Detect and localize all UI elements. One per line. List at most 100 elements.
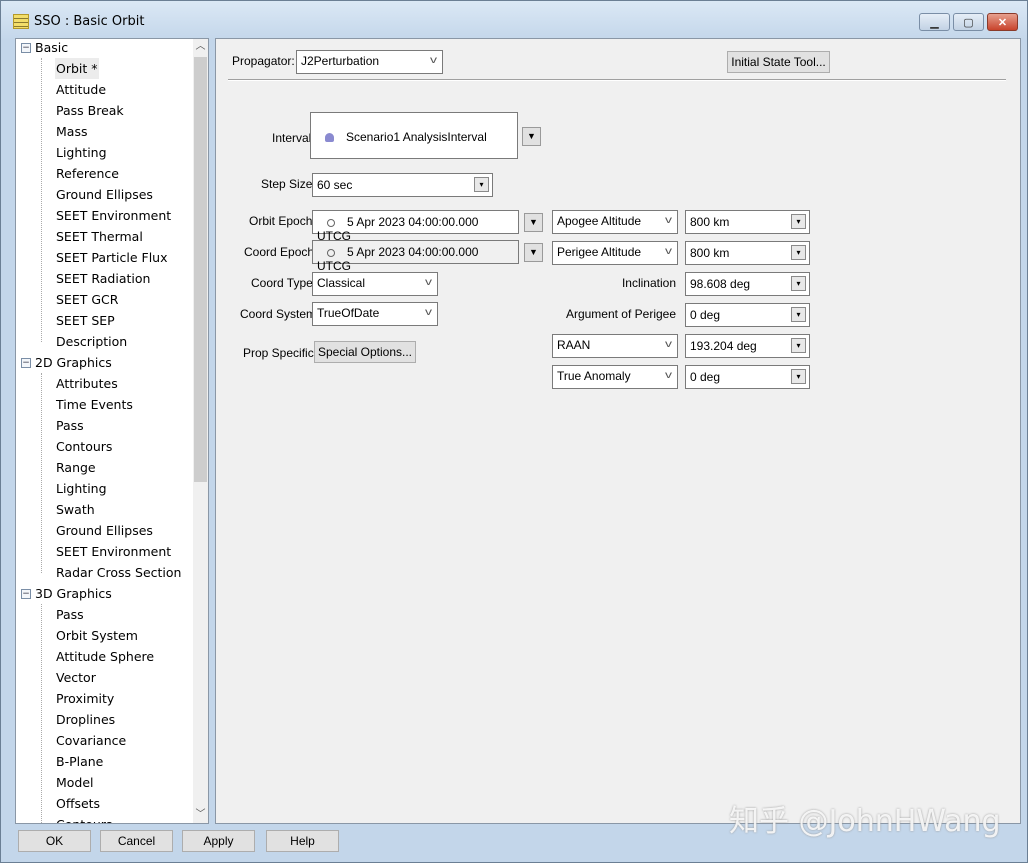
- tree-item[interactable]: B-Plane: [55, 751, 104, 772]
- apogee-select[interactable]: Apogee Altitude v: [552, 210, 678, 234]
- units-icon[interactable]: ▾: [791, 307, 806, 322]
- tree-item[interactable]: SEET Thermal: [55, 226, 144, 247]
- step-size-input[interactable]: 60 sec ▾: [312, 173, 493, 197]
- units-icon[interactable]: ▾: [474, 177, 489, 192]
- coord-epoch-input[interactable]: 5 Apr 2023 04:00:00.000 UTCG: [312, 240, 519, 273]
- coord-type-label: Coord Type:: [251, 276, 317, 290]
- tree-item[interactable]: Covariance: [55, 730, 127, 751]
- tree-group-2d-graphics[interactable]: −2D Graphics: [21, 352, 112, 373]
- arg-perigee-input[interactable]: 0 deg ▾: [685, 303, 810, 327]
- tree-group-label: 2D Graphics: [35, 355, 112, 370]
- chevron-down-icon: v: [430, 55, 437, 66]
- scroll-down-icon[interactable]: ﹀: [193, 807, 208, 823]
- clock-icon: [327, 249, 335, 257]
- inclination-value: 98.608 deg: [690, 277, 751, 291]
- orbit-epoch-label: Orbit Epoch:: [249, 214, 316, 228]
- collapse-icon[interactable]: −: [21, 42, 31, 53]
- interval-dropdown-button[interactable]: ▼: [522, 127, 541, 146]
- apply-button[interactable]: Apply: [182, 830, 255, 852]
- tree-item[interactable]: Swath: [55, 499, 96, 520]
- close-button[interactable]: ✕: [987, 13, 1018, 31]
- tree-scrollbar[interactable]: ︿ ﹀: [193, 39, 208, 823]
- units-icon[interactable]: ▾: [791, 338, 806, 353]
- initial-state-tool-button[interactable]: Initial State Tool...: [727, 51, 830, 73]
- units-icon[interactable]: ▾: [791, 245, 806, 260]
- dialog-window: SSO : Basic Orbit ▁ ▢ ✕ ︿ ﹀ − Basic Orbit …: [0, 0, 1028, 863]
- tree-item[interactable]: Contours: [55, 814, 113, 823]
- tree-item[interactable]: Time Events: [55, 394, 134, 415]
- tree-group-3d-graphics[interactable]: −3D Graphics: [21, 583, 112, 604]
- raan-select[interactable]: RAAN v: [552, 334, 678, 358]
- raan-input[interactable]: 193.204 deg ▾: [685, 334, 810, 358]
- anomaly-select-value: True Anomaly: [557, 369, 631, 383]
- anomaly-input[interactable]: 0 deg ▾: [685, 365, 810, 389]
- tree-item[interactable]: Orbit *: [55, 58, 99, 79]
- scroll-thumb[interactable]: [194, 57, 207, 482]
- propagator-select[interactable]: J2Perturbation v: [296, 50, 443, 74]
- orbit-epoch-input[interactable]: 5 Apr 2023 04:00:00.000 UTCG: [312, 210, 519, 243]
- tree-item[interactable]: SEET Particle Flux: [55, 247, 168, 268]
- tree-item[interactable]: Description: [55, 331, 128, 352]
- tree-item[interactable]: Orbit System: [55, 625, 139, 646]
- inclination-input[interactable]: 98.608 deg ▾: [685, 272, 810, 296]
- tree-item[interactable]: Lighting: [55, 142, 108, 163]
- tree-item[interactable]: Proximity: [55, 688, 115, 709]
- orbit-epoch-dropdown-button[interactable]: ▼: [524, 213, 543, 232]
- tree-item[interactable]: SEET Radiation: [55, 268, 151, 289]
- tree-item[interactable]: Contours: [55, 436, 113, 457]
- perigee-input[interactable]: 800 km ▾: [685, 241, 810, 265]
- interval-label: Interval:: [272, 131, 315, 145]
- ok-button[interactable]: OK: [18, 830, 91, 852]
- tree-item[interactable]: Reference: [55, 163, 120, 184]
- chevron-down-icon: v: [665, 339, 672, 350]
- special-options-button[interactable]: Special Options...: [314, 341, 416, 363]
- units-icon[interactable]: ▾: [791, 276, 806, 291]
- apogee-select-value: Apogee Altitude: [557, 214, 642, 228]
- maximize-button[interactable]: ▢: [953, 13, 984, 31]
- tree-item[interactable]: Range: [55, 457, 97, 478]
- tree-item[interactable]: Vector: [55, 667, 97, 688]
- chevron-down-icon: v: [665, 215, 672, 226]
- coord-epoch-dropdown-button[interactable]: ▼: [524, 243, 543, 262]
- tree-item[interactable]: SEET Environment: [55, 541, 172, 562]
- cancel-button[interactable]: Cancel: [100, 830, 173, 852]
- tree-item[interactable]: Ground Ellipses: [55, 520, 154, 541]
- tree-item[interactable]: Attributes: [55, 373, 119, 394]
- tree-line: [41, 58, 42, 342]
- tree-item[interactable]: Attitude Sphere: [55, 646, 155, 667]
- tree-item[interactable]: Pass Break: [55, 100, 125, 121]
- orbit-panel: Propagator: J2Perturbation v Initial Stat…: [215, 38, 1021, 824]
- tree-group-basic[interactable]: − Basic: [21, 39, 68, 58]
- tree-item[interactable]: SEET SEP: [55, 310, 116, 331]
- help-button[interactable]: Help: [266, 830, 339, 852]
- tree-item[interactable]: SEET GCR: [55, 289, 119, 310]
- tree-item[interactable]: Mass: [55, 121, 88, 142]
- raan-value: 193.204 deg: [690, 339, 757, 353]
- tree-item[interactable]: Model: [55, 772, 95, 793]
- units-icon[interactable]: ▾: [791, 369, 806, 384]
- apogee-input[interactable]: 800 km ▾: [685, 210, 810, 234]
- clock-icon: [327, 219, 335, 227]
- tree-item[interactable]: Attitude: [55, 79, 107, 100]
- tree-item[interactable]: SEET Environment: [55, 205, 172, 226]
- coord-type-select[interactable]: Classical v: [312, 272, 438, 296]
- tree-item[interactable]: Radar Cross Section: [55, 562, 182, 583]
- tree-item[interactable]: Pass: [55, 415, 85, 436]
- scroll-up-icon[interactable]: ︿: [193, 39, 208, 55]
- collapse-icon[interactable]: −: [21, 588, 31, 599]
- tree-item[interactable]: Offsets: [55, 793, 101, 814]
- tree-item[interactable]: Droplines: [55, 709, 116, 730]
- chevron-down-icon: v: [425, 307, 432, 318]
- perigee-select[interactable]: Perigee Altitude v: [552, 241, 678, 265]
- anomaly-select[interactable]: True Anomaly v: [552, 365, 678, 389]
- interval-field[interactable]: Scenario1 AnalysisInterval: [310, 112, 518, 159]
- units-icon[interactable]: ▾: [791, 214, 806, 229]
- collapse-icon[interactable]: −: [21, 357, 31, 368]
- tree-item[interactable]: Ground Ellipses: [55, 184, 154, 205]
- inclination-label: Inclination: [621, 276, 676, 290]
- minimize-button[interactable]: ▁: [919, 13, 950, 31]
- tree-item[interactable]: Lighting: [55, 478, 108, 499]
- tree-item[interactable]: Pass: [55, 604, 85, 625]
- step-size-label: Step Size:: [261, 177, 316, 191]
- coord-system-select[interactable]: TrueOfDate v: [312, 302, 438, 326]
